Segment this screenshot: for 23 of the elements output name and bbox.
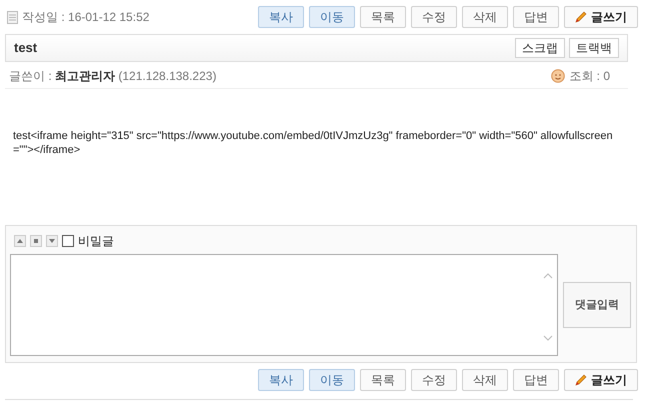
action-button[interactable]: 삭제: [462, 369, 508, 391]
write-button[interactable]: 글쓰기: [564, 369, 638, 391]
post-date: 작성일 : 16-01-12 15:52: [22, 9, 150, 26]
title-action-button[interactable]: 스크랩: [515, 38, 565, 58]
view-count: 조회 : 0: [569, 68, 610, 84]
title-action-button[interactable]: 트랙백: [569, 38, 619, 58]
action-button[interactable]: 수정: [411, 369, 457, 391]
action-button[interactable]: 답변: [513, 6, 559, 28]
post-content: test<iframe height="315" src="https://www.youtube.com/embed/0tIVJmzUz3g" frameborder="0" width="560" allowfullscreen=""></iframe>: [12, 129, 614, 158]
action-button[interactable]: 복사: [258, 369, 304, 391]
action-button[interactable]: 수정: [411, 6, 457, 28]
action-button[interactable]: 답변: [513, 369, 559, 391]
write-button[interactable]: 글쓰기: [564, 6, 638, 28]
action-button[interactable]: 복사: [258, 6, 304, 28]
author-info: 글쓴이 : 최고관리자 (121.128.138.223): [9, 68, 216, 84]
comment-submit-button[interactable]: 댓글입력: [563, 282, 631, 328]
action-button[interactable]: 이동: [309, 6, 355, 28]
action-button[interactable]: 삭제: [462, 6, 508, 28]
action-button[interactable]: 이동: [309, 369, 355, 391]
secret-label: 비밀글: [78, 233, 114, 250]
post-title: test: [14, 39, 38, 58]
action-button[interactable]: 목록: [360, 369, 406, 391]
action-button[interactable]: 목록: [360, 6, 406, 28]
